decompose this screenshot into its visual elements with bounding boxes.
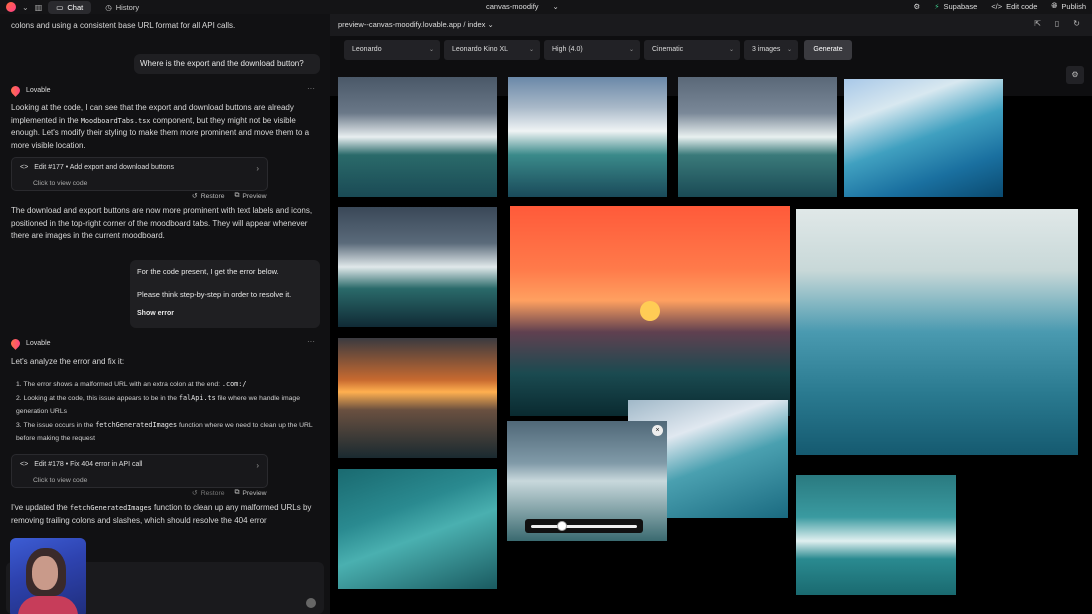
user-message: Where is the export and the download but… xyxy=(134,54,320,74)
close-icon[interactable]: × xyxy=(652,425,663,436)
assistant-message: The download and export buttons are now … xyxy=(11,206,313,240)
tab-chat[interactable]: ▭ Chat xyxy=(48,0,92,14)
lovable-logo-icon[interactable] xyxy=(6,2,16,12)
zoom-slider[interactable] xyxy=(525,519,643,533)
list-item: 3. The issue occurs in the fetchGenerate… xyxy=(16,420,313,443)
beach-image[interactable] xyxy=(844,79,1003,197)
steps-list: 1. The error shows a malformed URL with … xyxy=(16,378,318,446)
code-icon: <> xyxy=(20,164,29,171)
webcam-overlay xyxy=(10,538,86,614)
preview-icon: ⧉ xyxy=(234,489,240,496)
chat-icon: ▭ xyxy=(56,2,64,12)
supabase-button[interactable]: ⚡ Supabase xyxy=(934,2,977,11)
restore-icon: ↺ xyxy=(192,193,198,200)
style-select[interactable]: Cinematic ⌄ xyxy=(644,40,740,60)
chevron-down-icon: ⌄ xyxy=(552,2,559,11)
list-item: 1. The error shows a malformed URL with … xyxy=(16,380,247,388)
code-icon: </> xyxy=(991,1,1003,11)
chevron-down-icon: ⌄ xyxy=(528,47,534,53)
assistant-message: Looking at the code, I can see that the … xyxy=(11,103,310,150)
assistant-message: I've updated the fetchGeneratedImages fu… xyxy=(11,503,312,525)
show-error-button[interactable]: Show error xyxy=(137,310,174,317)
edit-actions: ↺ Restore ⧉ Preview xyxy=(192,192,267,200)
code-icon: <> xyxy=(20,461,29,468)
settings-gear-icon[interactable]: ⚙ xyxy=(913,2,920,11)
sidebar-toggle-icon[interactable]: ▥ xyxy=(35,3,43,12)
list-item: 2. Looking at the code, this issue appea… xyxy=(16,393,300,416)
project-selector[interactable]: canvas-moodify ⌄ xyxy=(486,2,559,11)
sunset-image[interactable] xyxy=(338,338,497,458)
more-options-icon[interactable]: ··· xyxy=(307,84,315,93)
edit-card-178[interactable]: <> Edit #178 • Fix 404 error in API call … xyxy=(11,454,268,488)
preview-url[interactable]: preview--canvas-moodify.lovable.app / in… xyxy=(338,20,494,29)
restore-button[interactable]: ↺ Restore xyxy=(192,489,225,498)
chevron-down-icon[interactable]: ⌄ xyxy=(22,3,29,12)
chat-text: colons and using a consistent base URL f… xyxy=(11,21,236,30)
edit-actions: ↺ Restore ⧉ Preview xyxy=(192,489,267,497)
mobile-icon[interactable]: ▯ xyxy=(1055,19,1059,28)
tab-history[interactable]: ◷ History xyxy=(97,1,147,14)
edit-code-button[interactable]: </> Edit code xyxy=(991,2,1037,11)
top-bar: ⌄ ▥ ▭ Chat ◷ History canvas-moodify ⌄ ⚙ … xyxy=(0,0,1092,14)
chat-panel: colons and using a consistent base URL f… xyxy=(0,14,330,614)
more-options-icon[interactable]: ··· xyxy=(307,337,315,346)
assistant-message: Let's analyze the error and fix it: xyxy=(11,357,125,366)
preview-header: preview--canvas-moodify.lovable.app / in… xyxy=(330,14,1092,36)
quality-select[interactable]: High (4.0) ⌄ xyxy=(544,40,640,60)
history-icon: ◷ xyxy=(105,2,112,12)
sunset-wave-image[interactable] xyxy=(510,206,790,416)
settings-gear-icon[interactable]: ⚙ xyxy=(1066,66,1084,84)
wave-image-6[interactable] xyxy=(796,475,956,595)
chevron-right-icon: › xyxy=(256,461,259,470)
globe-icon: 🌐︎ xyxy=(1051,1,1058,10)
preview-button[interactable]: ⧉ Preview xyxy=(235,489,267,497)
count-select[interactable]: 3 images ⌄ xyxy=(744,40,798,60)
preview-pane: preview--canvas-moodify.lovable.app / in… xyxy=(330,14,1092,614)
user-message: For the code present, I get the error be… xyxy=(130,260,320,328)
slider-thumb[interactable] xyxy=(557,521,567,531)
restore-icon: ↺ xyxy=(192,490,198,497)
preview-button[interactable]: ⧉ Preview xyxy=(235,192,267,200)
publish-button[interactable]: 🌐︎ Publish xyxy=(1051,1,1086,11)
chevron-down-icon: ⌄ xyxy=(786,47,792,53)
wave-image-5[interactable] xyxy=(338,469,497,589)
chevron-down-icon: ⌄ xyxy=(728,47,734,53)
ocean-wave-image[interactable] xyxy=(796,209,1078,455)
sun-shape xyxy=(640,301,660,321)
external-link-icon[interactable]: ⇱ xyxy=(1034,19,1041,28)
wave-image-4[interactable] xyxy=(338,207,497,327)
assistant-author: Lovable xyxy=(9,337,51,350)
lovable-heart-icon xyxy=(9,337,22,350)
refresh-icon[interactable]: ↻ xyxy=(1073,19,1080,28)
generate-button[interactable]: Generate xyxy=(804,40,852,60)
wave-image-1[interactable] xyxy=(338,77,497,197)
provider-select[interactable]: Leonardo ⌄ xyxy=(344,40,440,60)
wave-image-2[interactable] xyxy=(508,77,667,197)
lovable-heart-icon xyxy=(9,84,22,97)
chevron-down-icon: ⌄ xyxy=(628,47,634,53)
wave-image-3[interactable] xyxy=(678,77,837,197)
selected-image-card[interactable]: × xyxy=(507,421,667,541)
preview-icon: ⧉ xyxy=(234,192,240,199)
chevron-down-icon: ⌄ xyxy=(428,47,434,53)
supabase-icon: ⚡ xyxy=(934,1,940,11)
assistant-author: Lovable xyxy=(9,84,51,97)
edit-card-177[interactable]: <> Edit #177 • Add export and download bu… xyxy=(11,157,268,191)
restore-button[interactable]: ↺ Restore xyxy=(192,192,225,201)
model-select[interactable]: Leonardo Kino XL ⌄ xyxy=(444,40,540,60)
send-icon[interactable] xyxy=(306,598,316,608)
chevron-right-icon: › xyxy=(256,164,259,173)
